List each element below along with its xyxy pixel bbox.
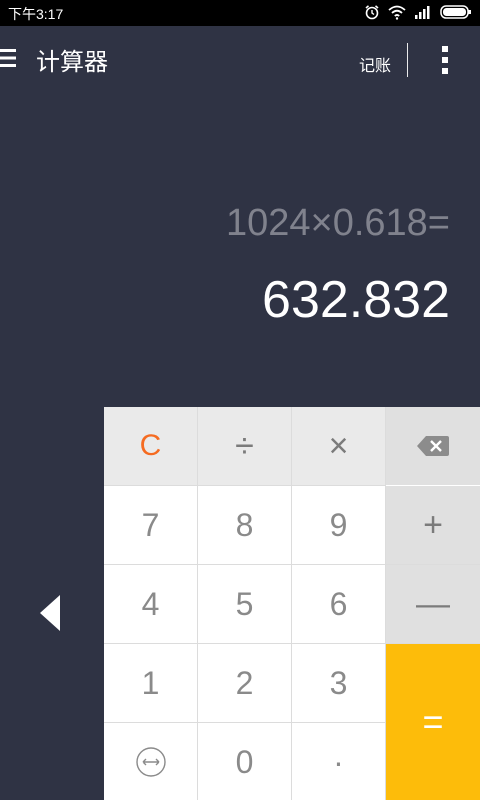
expression-display: 1024×0.618= xyxy=(225,202,450,244)
digit-0-button[interactable]: 0 xyxy=(198,723,291,800)
grid-line xyxy=(385,407,386,800)
digit-2-button[interactable]: 2 xyxy=(198,644,291,722)
status-time: 下午3:17 xyxy=(8,6,64,22)
digit-8-button[interactable]: 8 xyxy=(198,486,291,564)
status-bar: 下午3:17 xyxy=(0,0,480,26)
digit-4-button[interactable]: 4 xyxy=(104,565,197,643)
app-bar: 计算器 记账 xyxy=(0,26,480,92)
app-bar-divider xyxy=(407,43,408,77)
grid-line xyxy=(197,407,198,800)
equals-button[interactable]: = xyxy=(386,644,480,800)
digit-5-button[interactable]: 5 xyxy=(198,565,291,643)
page-title: 计算器 xyxy=(36,48,108,76)
plus-button[interactable]: + xyxy=(386,486,480,564)
grid-line xyxy=(104,564,480,565)
grid-line xyxy=(104,485,386,486)
grid-line xyxy=(104,643,480,644)
multiply-button[interactable]: × xyxy=(292,407,385,485)
digit-1-button[interactable]: 1 xyxy=(104,644,197,722)
clear-button[interactable]: C xyxy=(104,407,197,485)
divide-button[interactable]: ÷ xyxy=(198,407,291,485)
digit-7-button[interactable]: 7 xyxy=(104,486,197,564)
toggle-layout-button[interactable] xyxy=(104,723,197,800)
more-options-icon[interactable] xyxy=(440,45,450,75)
battery-icon xyxy=(440,5,471,19)
grid-line xyxy=(104,722,386,723)
decimal-point-button[interactable]: · xyxy=(292,723,385,800)
keypad: C ÷ × 7 8 9 + 4 5 6 — 1 2 3 = 0 · xyxy=(104,407,480,800)
signal-icon xyxy=(415,6,430,19)
expand-arrows-icon xyxy=(135,747,166,777)
minus-button[interactable]: — xyxy=(386,565,480,643)
grid-line xyxy=(291,407,292,800)
status-icons xyxy=(364,4,472,20)
digit-6-button[interactable]: 6 xyxy=(292,565,385,643)
record-button[interactable]: 记账 xyxy=(359,52,391,76)
result-display: 632.832 xyxy=(262,271,450,329)
menu-icon[interactable] xyxy=(0,47,18,69)
wifi-icon xyxy=(388,5,406,20)
backspace-button[interactable] xyxy=(386,407,480,485)
backspace-icon xyxy=(417,436,449,456)
digit-3-button[interactable]: 3 xyxy=(292,644,385,722)
alarm-icon xyxy=(365,5,379,20)
collapse-arrow-icon[interactable] xyxy=(40,595,62,631)
digit-9-button[interactable]: 9 xyxy=(292,486,385,564)
